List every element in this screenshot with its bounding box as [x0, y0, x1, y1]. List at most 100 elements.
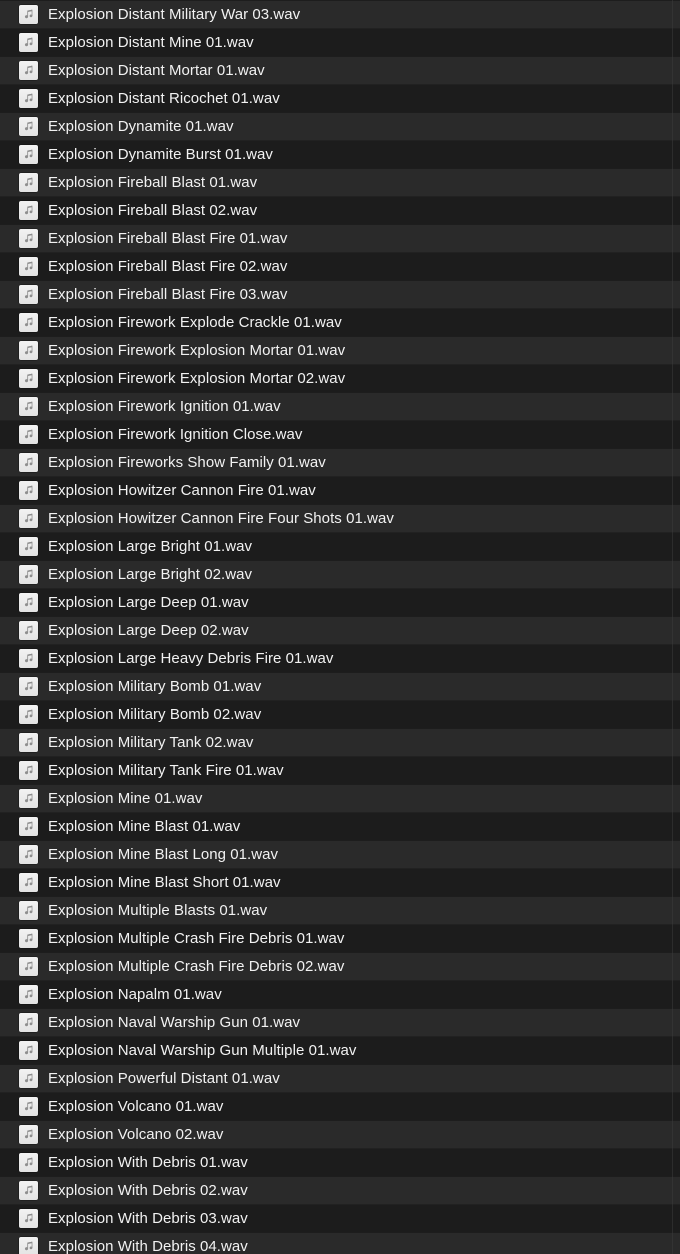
- file-row[interactable]: Explosion Fireball Blast Fire 03.wav: [0, 280, 680, 308]
- file-row[interactable]: Explosion Military Tank 02.wav: [0, 728, 680, 756]
- music-note-icon: [19, 201, 38, 220]
- file-row[interactable]: Explosion Firework Explode Crackle 01.wa…: [0, 308, 680, 336]
- file-row[interactable]: Explosion Distant Ricochet 01.wav: [0, 84, 680, 112]
- file-row[interactable]: Explosion Large Deep 02.wav: [0, 616, 680, 644]
- file-name-label: Explosion Powerful Distant 01.wav: [48, 1069, 280, 1087]
- music-note-icon: [19, 733, 38, 752]
- file-row[interactable]: Explosion Howitzer Cannon Fire Four Shot…: [0, 504, 680, 532]
- file-row[interactable]: Explosion Fireball Blast Fire 01.wav: [0, 224, 680, 252]
- file-row[interactable]: Explosion Mine Blast Short 01.wav: [0, 868, 680, 896]
- file-row[interactable]: Explosion Fireball Blast Fire 02.wav: [0, 252, 680, 280]
- music-note-icon: [19, 537, 38, 556]
- file-name-label: Explosion Fireball Blast Fire 02.wav: [48, 257, 288, 275]
- file-row[interactable]: Explosion Firework Ignition 01.wav: [0, 392, 680, 420]
- music-note-icon: [19, 565, 38, 584]
- music-note-icon: [19, 817, 38, 836]
- file-row[interactable]: Explosion Volcano 02.wav: [0, 1120, 680, 1148]
- music-note-icon: [19, 481, 38, 500]
- file-row[interactable]: Explosion Naval Warship Gun Multiple 01.…: [0, 1036, 680, 1064]
- file-name-label: Explosion Fireball Blast 01.wav: [48, 173, 258, 191]
- music-note-icon: [19, 425, 38, 444]
- file-row[interactable]: Explosion Distant Military War 03.wav: [0, 0, 680, 28]
- file-name-label: Explosion Naval Warship Gun Multiple 01.…: [48, 1041, 357, 1059]
- music-note-icon: [19, 1069, 38, 1088]
- music-note-icon: [19, 5, 38, 24]
- music-note-icon: [19, 313, 38, 332]
- file-name-label: Explosion Fireball Blast 02.wav: [48, 201, 258, 219]
- music-note-icon: [19, 1153, 38, 1172]
- file-row[interactable]: Explosion With Debris 04.wav: [0, 1232, 680, 1254]
- file-name-label: Explosion Firework Ignition 01.wav: [48, 397, 281, 415]
- file-row[interactable]: Explosion With Debris 01.wav: [0, 1148, 680, 1176]
- music-note-icon: [19, 397, 38, 416]
- file-row[interactable]: Explosion Large Heavy Debris Fire 01.wav: [0, 644, 680, 672]
- music-note-icon: [19, 621, 38, 640]
- file-row[interactable]: Explosion Mine 01.wav: [0, 784, 680, 812]
- music-note-icon: [19, 89, 38, 108]
- file-row[interactable]: Explosion Military Tank Fire 01.wav: [0, 756, 680, 784]
- music-note-icon: [19, 341, 38, 360]
- music-note-icon: [19, 173, 38, 192]
- file-name-label: Explosion Multiple Crash Fire Debris 02.…: [48, 957, 345, 975]
- music-note-icon: [19, 1125, 38, 1144]
- file-name-label: Explosion Multiple Blasts 01.wav: [48, 901, 268, 919]
- file-row[interactable]: Explosion Powerful Distant 01.wav: [0, 1064, 680, 1092]
- file-name-label: Explosion Distant Mortar 01.wav: [48, 61, 265, 79]
- file-name-label: Explosion Mine Blast Short 01.wav: [48, 873, 281, 891]
- file-name-label: Explosion Firework Ignition Close.wav: [48, 425, 303, 443]
- file-row[interactable]: Explosion Fireball Blast 02.wav: [0, 196, 680, 224]
- file-row[interactable]: Explosion Distant Mine 01.wav: [0, 28, 680, 56]
- file-name-label: Explosion Military Tank 02.wav: [48, 733, 254, 751]
- file-name-label: Explosion Mine 01.wav: [48, 789, 203, 807]
- file-row[interactable]: Explosion Firework Ignition Close.wav: [0, 420, 680, 448]
- file-row[interactable]: Explosion Multiple Blasts 01.wav: [0, 896, 680, 924]
- file-name-label: Explosion Napalm 01.wav: [48, 985, 222, 1003]
- file-row[interactable]: Explosion Military Bomb 01.wav: [0, 672, 680, 700]
- file-row[interactable]: Explosion With Debris 03.wav: [0, 1204, 680, 1232]
- file-row[interactable]: Explosion Firework Explosion Mortar 02.w…: [0, 364, 680, 392]
- file-row[interactable]: Explosion Dynamite Burst 01.wav: [0, 140, 680, 168]
- file-row[interactable]: Explosion Firework Explosion Mortar 01.w…: [0, 336, 680, 364]
- file-name-label: Explosion Volcano 01.wav: [48, 1097, 224, 1115]
- file-name-label: Explosion Military Bomb 02.wav: [48, 705, 262, 723]
- file-row[interactable]: Explosion Multiple Crash Fire Debris 02.…: [0, 952, 680, 980]
- file-row[interactable]: Explosion Multiple Crash Fire Debris 01.…: [0, 924, 680, 952]
- music-note-icon: [19, 789, 38, 808]
- file-row[interactable]: Explosion Fireball Blast 01.wav: [0, 168, 680, 196]
- file-name-label: Explosion Firework Explode Crackle 01.wa…: [48, 313, 342, 331]
- file-row[interactable]: Explosion Volcano 01.wav: [0, 1092, 680, 1120]
- music-note-icon: [19, 985, 38, 1004]
- file-row[interactable]: Explosion Large Bright 01.wav: [0, 532, 680, 560]
- file-name-label: Explosion Firework Explosion Mortar 01.w…: [48, 341, 346, 359]
- file-row[interactable]: Explosion Fireworks Show Family 01.wav: [0, 448, 680, 476]
- file-row[interactable]: Explosion Napalm 01.wav: [0, 980, 680, 1008]
- file-name-label: Explosion Volcano 02.wav: [48, 1125, 224, 1143]
- file-name-label: Explosion With Debris 02.wav: [48, 1181, 248, 1199]
- file-row[interactable]: Explosion Naval Warship Gun 01.wav: [0, 1008, 680, 1036]
- file-row[interactable]: Explosion Howitzer Cannon Fire 01.wav: [0, 476, 680, 504]
- file-row[interactable]: Explosion Large Deep 01.wav: [0, 588, 680, 616]
- music-note-icon: [19, 1209, 38, 1228]
- music-note-icon: [19, 369, 38, 388]
- file-list[interactable]: Explosion Distant Military War 03.wav Exp…: [0, 0, 680, 1254]
- file-row[interactable]: Explosion Mine Blast 01.wav: [0, 812, 680, 840]
- file-name-label: Explosion Large Bright 01.wav: [48, 537, 253, 555]
- file-row[interactable]: Explosion Dynamite 01.wav: [0, 112, 680, 140]
- file-row[interactable]: Explosion Military Bomb 02.wav: [0, 700, 680, 728]
- file-row[interactable]: Explosion With Debris 02.wav: [0, 1176, 680, 1204]
- music-note-icon: [19, 649, 38, 668]
- file-name-label: Explosion Multiple Crash Fire Debris 01.…: [48, 929, 345, 947]
- file-row[interactable]: Explosion Mine Blast Long 01.wav: [0, 840, 680, 868]
- file-row[interactable]: Explosion Distant Mortar 01.wav: [0, 56, 680, 84]
- file-name-label: Explosion Mine Blast 01.wav: [48, 817, 241, 835]
- file-name-label: Explosion Military Bomb 01.wav: [48, 677, 262, 695]
- music-note-icon: [19, 453, 38, 472]
- file-name-label: Explosion Dynamite Burst 01.wav: [48, 145, 273, 163]
- music-note-icon: [19, 873, 38, 892]
- file-row[interactable]: Explosion Large Bright 02.wav: [0, 560, 680, 588]
- music-note-icon: [19, 1013, 38, 1032]
- music-note-icon: [19, 677, 38, 696]
- file-name-label: Explosion Military Tank Fire 01.wav: [48, 761, 284, 779]
- music-note-icon: [19, 845, 38, 864]
- file-name-label: Explosion Large Deep 02.wav: [48, 621, 249, 639]
